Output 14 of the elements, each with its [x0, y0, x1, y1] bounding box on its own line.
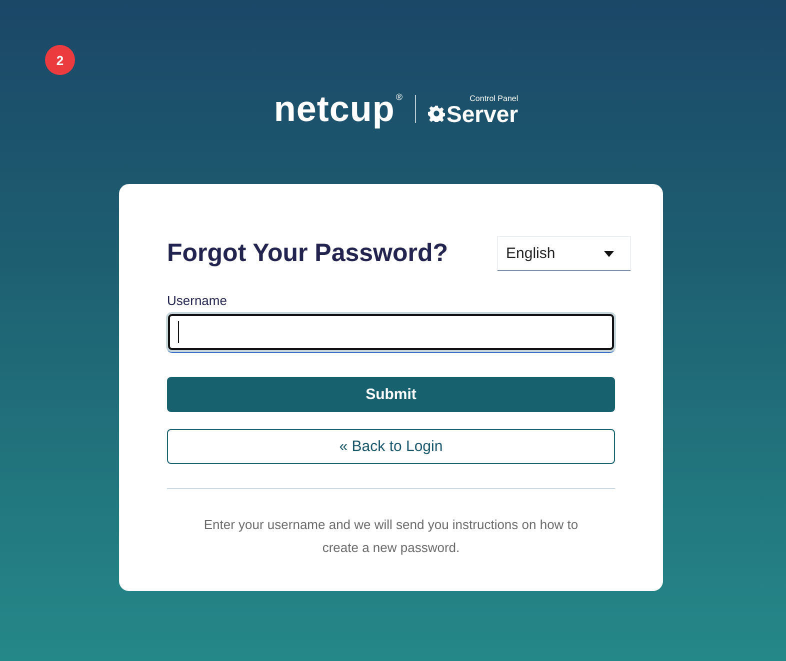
help-text: Enter your username and we will send you instructions on how to create a new password. [202, 516, 580, 557]
product-name: Server [446, 102, 518, 124]
brand-logo-text: netcup [274, 91, 395, 127]
language-select[interactable]: English [497, 236, 631, 271]
page-title: Forgot Your Password? [167, 239, 448, 268]
field-label: Username [167, 293, 228, 308]
caret-icon [604, 250, 614, 256]
product-caption: Control Panel [470, 94, 518, 102]
gear-icon [428, 104, 445, 122]
registered-mark: ® [396, 92, 403, 102]
submit-button[interactable]: Submit [167, 377, 615, 412]
number-badge: 2 [45, 45, 75, 75]
back-button[interactable]: « Back to Login [167, 429, 615, 464]
username-field[interactable] [168, 314, 614, 350]
